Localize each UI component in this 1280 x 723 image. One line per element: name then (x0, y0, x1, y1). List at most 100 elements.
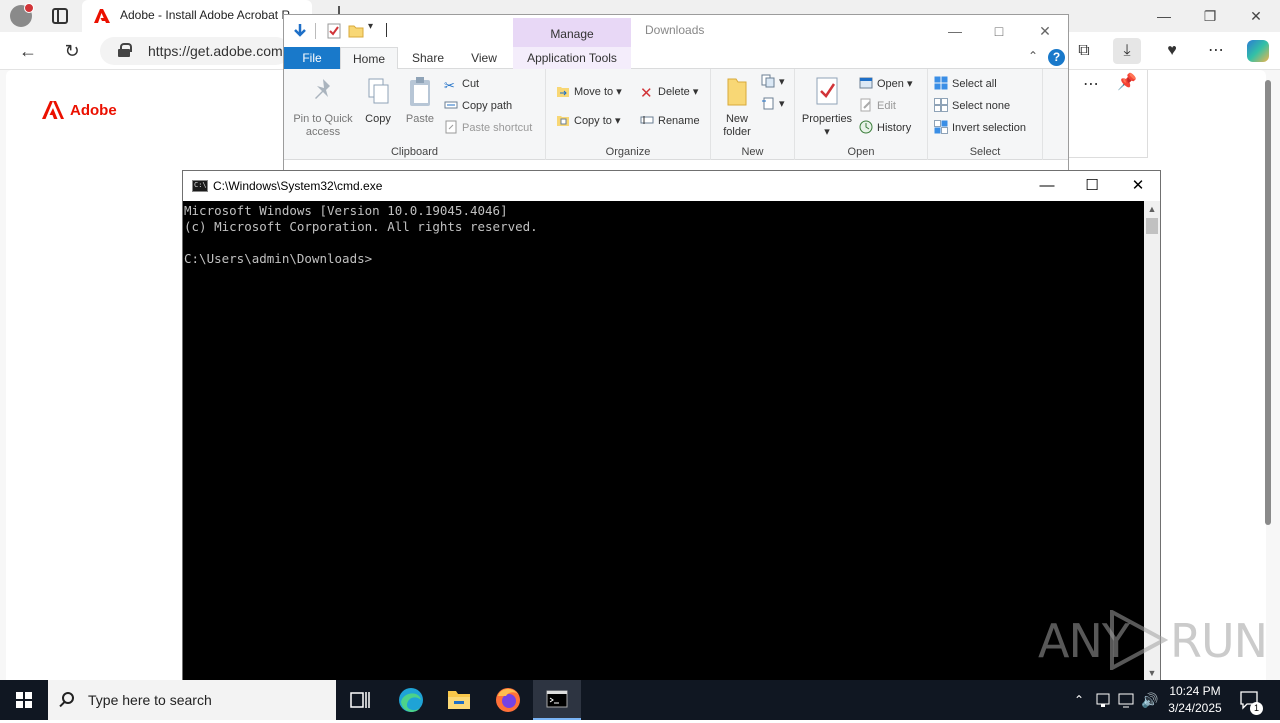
address-bar[interactable]: https://get.adobe.com (100, 37, 290, 65)
tab-application-tools[interactable]: Application Tools (513, 47, 631, 69)
edit-button[interactable]: Edit (859, 97, 896, 115)
tab-file[interactable]: File (284, 47, 340, 69)
cmd-scrollbar[interactable]: ▲ ▼ (1144, 201, 1160, 681)
console-line: (c) Microsoft Corporation. All rights re… (184, 219, 538, 234)
delete-button[interactable]: ✕ Delete ▾ (640, 83, 698, 101)
copy-to-label: Copy to (574, 115, 612, 127)
start-button[interactable] (0, 680, 48, 720)
network-drive-icon[interactable] (1094, 680, 1112, 720)
help-icon[interactable]: ? (1048, 49, 1065, 66)
edge-taskbar-button[interactable] (387, 680, 435, 720)
select-none-button[interactable]: Select none (934, 97, 1010, 115)
system-clock[interactable]: 10:24 PM 3/24/2025 (1160, 683, 1230, 717)
cmd-scroll-thumb[interactable] (1146, 218, 1158, 234)
open-icon (859, 76, 873, 90)
invert-selection-button[interactable]: Invert selection (934, 119, 1026, 137)
paste-button[interactable]: Paste (400, 75, 440, 126)
cmd-close-icon[interactable]: ✕ (1123, 175, 1153, 197)
task-view-button[interactable] (336, 680, 384, 720)
pin-to-quick-access-button[interactable]: Pin to Quick access (290, 75, 356, 139)
console-output[interactable]: Microsoft Windows [Version 10.0.19045.40… (183, 201, 1144, 681)
paste-shortcut-button[interactable]: Paste shortcut (444, 119, 532, 137)
browser-tab-adobe[interactable]: Adobe - Install Adobe Acrobat Reader (82, 0, 312, 32)
new-folder-qat-icon[interactable] (348, 23, 364, 39)
more-options-icon[interactable]: ⋯ (1083, 74, 1099, 94)
edge-icon (399, 688, 423, 712)
downloads-icon[interactable]: ⤓ (1113, 38, 1141, 64)
adobe-logo-text: Adobe (70, 102, 117, 119)
collections-icon[interactable]: ⧉ (1070, 38, 1098, 64)
adobe-favicon-icon (94, 8, 110, 24)
notification-center-button[interactable]: 1 (1236, 680, 1266, 720)
firefox-taskbar-button[interactable] (484, 680, 532, 720)
taskbar-search-box[interactable]: Type here to search (48, 680, 336, 720)
properties-label: Properties (801, 113, 853, 125)
copy-path-button[interactable]: Copy path (444, 97, 512, 115)
copilot-icon[interactable] (1247, 40, 1269, 62)
rename-button[interactable]: Rename (640, 112, 700, 130)
tab-actions-icon[interactable] (52, 8, 68, 24)
easy-access-button[interactable]: ▾ (761, 95, 785, 113)
task-view-icon (350, 692, 370, 708)
minimize-icon[interactable]: — (1154, 6, 1174, 26)
tab-home[interactable]: Home (340, 47, 398, 70)
cmd-taskbar-button[interactable] (533, 680, 581, 720)
pin-icon (308, 75, 338, 109)
new-item-button[interactable]: ▾ (761, 73, 785, 91)
cmd-minimize-icon[interactable]: — (1032, 175, 1062, 197)
file-explorer-taskbar-button[interactable] (435, 680, 483, 720)
move-to-button[interactable]: Move to ▾ (556, 83, 622, 101)
select-group: Select all Select none Invert selection … (928, 69, 1043, 160)
open-button[interactable]: Open ▾ (859, 75, 913, 93)
clipboard-group-label: Clipboard (390, 146, 439, 158)
select-all-button[interactable]: Select all (934, 75, 997, 93)
watermark-right-text: RUN (1170, 614, 1268, 668)
qat-dropdown-icon[interactable]: ▾ (368, 21, 384, 37)
url-text[interactable]: https://get.adobe.com (148, 43, 283, 59)
cmd-maximize-icon[interactable]: ☐ (1077, 175, 1107, 197)
browser-essentials-icon[interactable]: ♥ (1158, 38, 1186, 64)
cut-label: Cut (462, 78, 480, 90)
scroll-up-icon[interactable]: ▲ (1144, 201, 1160, 217)
cmd-title-bar[interactable]: C:\Windows\System32\cmd.exe — ☐ ✕ (183, 171, 1160, 201)
copy-button[interactable]: Copy (360, 75, 396, 126)
network-icon[interactable] (1117, 680, 1135, 720)
firefox-icon (496, 688, 520, 712)
cmd-app-icon[interactable] (192, 180, 208, 192)
history-button[interactable]: History (859, 119, 911, 137)
show-hidden-icons[interactable]: ⌃ (1070, 680, 1088, 720)
download-arrow-icon[interactable] (292, 23, 308, 39)
cut-button[interactable]: ✂ Cut (444, 75, 479, 93)
properties-check-icon[interactable] (326, 23, 342, 39)
settings-more-icon[interactable]: ⋯ (1202, 38, 1230, 64)
lock-icon[interactable] (118, 43, 132, 57)
properties-button[interactable]: Properties ▾ (799, 75, 855, 139)
tab-view[interactable]: View (458, 47, 510, 69)
window-title: Downloads (645, 23, 705, 37)
volume-icon[interactable]: 🔊 (1140, 680, 1160, 720)
page-scrollbar[interactable] (1262, 70, 1274, 680)
profile-avatar[interactable] (10, 3, 34, 27)
explorer-minimize-icon[interactable]: — (944, 21, 966, 41)
clock-date: 3/24/2025 (1168, 701, 1222, 715)
explorer-maximize-icon[interactable]: □ (988, 21, 1010, 41)
tab-share[interactable]: Share (402, 47, 454, 69)
open-group-label: Open (847, 146, 875, 158)
copy-icon (363, 75, 393, 109)
organize-group-label: Organize (605, 146, 651, 158)
collapse-ribbon-icon[interactable]: ⌃ (1028, 49, 1038, 63)
copy-to-button[interactable]: Copy to ▾ (556, 112, 621, 130)
history-label: History (877, 122, 912, 134)
new-folder-button[interactable]: New folder (715, 75, 759, 139)
refresh-icon[interactable]: ↻ (60, 40, 84, 62)
explorer-close-icon[interactable]: ✕ (1034, 21, 1056, 41)
back-arrow-icon[interactable]: ← (16, 40, 40, 62)
scrollbar-thumb[interactable] (1265, 80, 1271, 525)
restore-icon[interactable]: ❐ (1200, 6, 1220, 26)
close-icon[interactable]: ✕ (1246, 6, 1266, 26)
delete-x-icon: ✕ (640, 85, 653, 102)
downloads-panel: ⋯ 📌 (1068, 70, 1148, 158)
edit-icon (859, 98, 873, 112)
pin-icon[interactable]: 📌 (1117, 72, 1137, 92)
console-prompt: C:\Users\admin\Downloads> (184, 251, 373, 266)
